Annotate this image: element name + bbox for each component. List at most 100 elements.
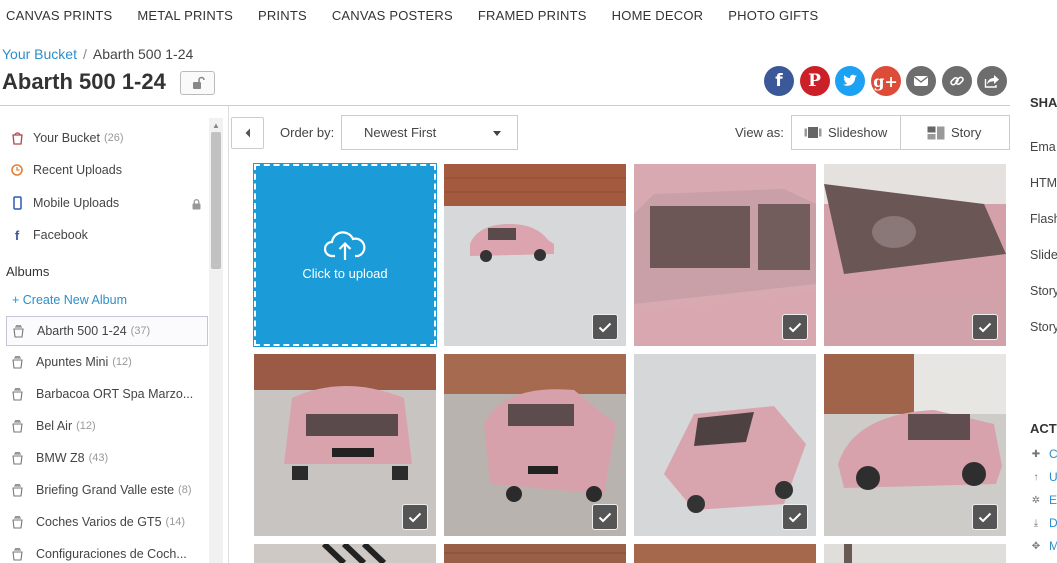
sidebar-item-your-bucket[interactable]: Your Bucket (26): [0, 126, 124, 150]
collapse-sidebar-button[interactable]: [231, 117, 264, 149]
photo-thumbnail[interactable]: [444, 354, 626, 536]
sidebar-item-label: Recent Uploads: [33, 163, 122, 177]
photo-thumbnail[interactable]: [444, 164, 626, 346]
photo-thumbnail[interactable]: [634, 354, 816, 536]
breadcrumb-current: Abarth 500 1-24: [92, 46, 194, 62]
share-out-button[interactable]: [977, 66, 1007, 96]
order-by-label: Order by:: [280, 125, 335, 140]
check-icon: [978, 512, 992, 522]
album-count: (12): [76, 420, 96, 432]
check-icon: [408, 512, 422, 522]
scroll-up-arrow-icon[interactable]: ▲: [209, 118, 223, 132]
selected-check[interactable]: [592, 314, 618, 340]
action-label: M: [1049, 539, 1057, 553]
nav-photo-gifts[interactable]: PHOTO GIFTS: [728, 8, 818, 23]
create-album-link[interactable]: + Create New Album: [12, 293, 127, 307]
album-item[interactable]: Bel Air (12): [6, 411, 208, 441]
album-item[interactable]: Briefing Grand Valle este (8): [6, 475, 208, 505]
sidebar-item-label: Mobile Uploads: [33, 196, 120, 210]
sidebar-item-mobile-uploads[interactable]: Mobile Uploads: [0, 191, 119, 215]
selected-check[interactable]: [402, 504, 428, 530]
album-item[interactable]: BMW Z8 (43): [6, 443, 208, 473]
pinterest-share-button[interactable]: P: [799, 66, 830, 96]
sidebar-item-recent-uploads[interactable]: Recent Uploads: [0, 158, 122, 182]
action-item[interactable]: ✚ C: [1031, 447, 1057, 461]
sidebar-scrollbar[interactable]: ▲: [209, 118, 223, 563]
slideshow-button[interactable]: Slideshow: [791, 115, 901, 150]
google-plus-share-button[interactable]: g+: [870, 66, 901, 96]
album-label: Abarth 500 1-24: [37, 324, 127, 338]
sidebar-item-count: (26): [103, 132, 124, 144]
link-share-button[interactable]: [941, 66, 972, 96]
order-by-select[interactable]: Newest First: [341, 115, 518, 150]
album-privacy-button[interactable]: [180, 71, 215, 95]
share-option-story[interactable]: Story: [1030, 284, 1057, 298]
scrollbar-thumb[interactable]: [211, 132, 221, 269]
nav-home-decor[interactable]: HOME DECOR: [612, 8, 704, 23]
photo-thumbnail[interactable]: [254, 544, 436, 563]
order-by-value: Newest First: [364, 125, 437, 140]
album-item[interactable]: Configuraciones de Coch...: [6, 539, 208, 563]
breadcrumb-root-link[interactable]: Your Bucket: [2, 46, 77, 62]
album-item[interactable]: Coches Varios de GT5 (14): [6, 507, 208, 537]
nav-framed-prints[interactable]: FRAMED PRINTS: [478, 8, 587, 23]
photo-thumbnail[interactable]: [444, 544, 626, 563]
sidebar-item-label: Facebook: [33, 228, 88, 242]
action-item[interactable]: ↑ U: [1031, 470, 1057, 484]
unlock-icon: [192, 76, 205, 89]
photo-thumbnail[interactable]: [634, 164, 816, 346]
actions-heading: ACT: [1030, 421, 1057, 436]
photo-thumbnail[interactable]: [254, 354, 436, 536]
share-option-email[interactable]: Ema: [1030, 140, 1056, 154]
nav-canvas-prints[interactable]: CANVAS PRINTS: [6, 8, 112, 23]
album-item-active[interactable]: Abarth 500 1-24 (37): [6, 316, 208, 346]
selected-check[interactable]: [972, 314, 998, 340]
selected-check[interactable]: [782, 504, 808, 530]
album-label: Apuntes Mini: [36, 355, 109, 369]
twitter-share-button[interactable]: [835, 66, 865, 96]
selected-check[interactable]: [592, 504, 618, 530]
selected-check[interactable]: [782, 314, 808, 340]
album-icon: [10, 547, 24, 561]
facebook-share-button[interactable]: f: [764, 66, 794, 96]
story-button[interactable]: Story: [900, 115, 1010, 150]
action-item[interactable]: ✲ E: [1031, 493, 1057, 507]
upload-tile[interactable]: Click to upload: [253, 163, 437, 347]
story-icon: [927, 126, 945, 140]
album-icon: [10, 355, 24, 369]
link-icon: [949, 76, 964, 86]
lock-icon: [192, 197, 201, 215]
check-icon: [788, 322, 802, 332]
album-icon: [10, 451, 24, 465]
photo-thumbnail[interactable]: [824, 354, 1006, 536]
action-label: E: [1049, 493, 1057, 507]
action-item[interactable]: ⤓ D: [1031, 516, 1057, 530]
nav-prints[interactable]: PRINTS: [258, 8, 307, 23]
album-count: (14): [165, 516, 186, 528]
album-item[interactable]: Barbacoa ORT Spa Marzo...: [6, 379, 208, 409]
photo-thumbnail[interactable]: [634, 544, 816, 563]
share-option-story-2[interactable]: Story: [1030, 320, 1057, 334]
action-label: U: [1049, 470, 1057, 484]
facebook-icon: f: [14, 227, 20, 243]
twitter-icon: [843, 74, 857, 86]
action-item[interactable]: ✥ M: [1031, 539, 1057, 553]
share-option-slideshow[interactable]: Slide: [1030, 248, 1057, 262]
nav-canvas-posters[interactable]: CANVAS POSTERS: [332, 8, 453, 23]
check-icon: [598, 322, 612, 332]
photo-thumbnail[interactable]: [824, 164, 1006, 346]
share-option-html[interactable]: HTM: [1030, 176, 1057, 190]
share-option-flash[interactable]: Flash: [1030, 212, 1057, 226]
slideshow-label: Slideshow: [828, 125, 888, 140]
photo-thumbnail[interactable]: [824, 544, 1006, 563]
album-icon: [11, 324, 25, 338]
nav-metal-prints[interactable]: METAL PRINTS: [137, 8, 233, 23]
sidebar: Your Bucket (26) Recent Uploads Mobile Up…: [0, 106, 229, 563]
selected-check[interactable]: [972, 504, 998, 530]
upload-label: Click to upload: [302, 265, 388, 281]
album-item[interactable]: Apuntes Mini (12): [6, 347, 208, 377]
email-share-button[interactable]: [906, 66, 936, 96]
sidebar-item-facebook[interactable]: f Facebook: [0, 223, 88, 247]
check-icon: [598, 512, 612, 522]
chevron-down-icon: [493, 131, 501, 136]
